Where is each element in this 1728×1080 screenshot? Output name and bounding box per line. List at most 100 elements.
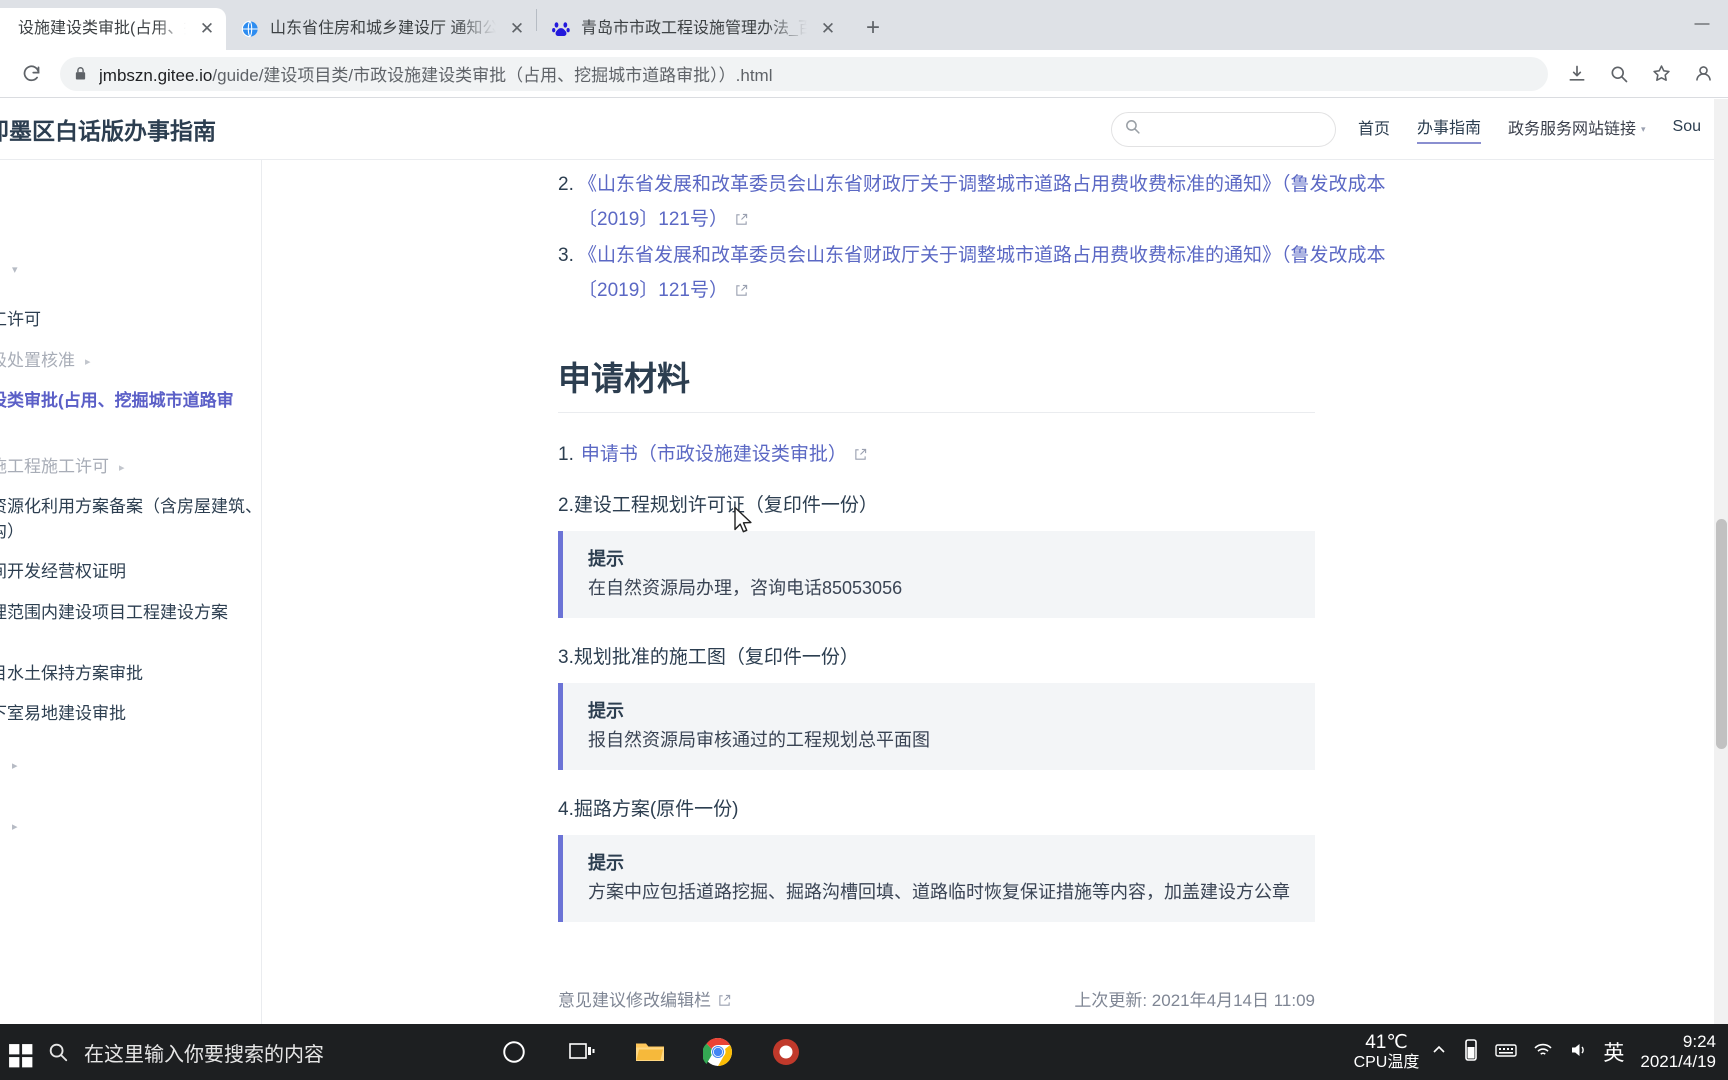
tip-box-3: 提示 报自然资源局审核通过的工程规划总平面图	[558, 683, 1315, 771]
page-scrollbar[interactable]	[1714, 99, 1728, 1024]
tab-title: 设施建设类审批(占用、挖掘	[18, 20, 186, 37]
taskbar-date: 2021/4/19	[1640, 1052, 1716, 1071]
sidebar-item-greening-scheme[interactable]: 城市绿化管理范围内建设项目工程建设方案	[0, 593, 261, 634]
nav-link-source[interactable]: Sou	[1673, 118, 1701, 140]
wifi-icon[interactable]	[1533, 1042, 1553, 1063]
bookmark-star-icon[interactable]	[1644, 57, 1678, 91]
volume-icon[interactable]	[1569, 1041, 1589, 1064]
chevron-down-icon: ▾	[1641, 124, 1646, 135]
tab-close-icon[interactable]: ✕	[504, 16, 530, 42]
sidebar-item-municipal-approval[interactable]: 市政设施建设类审批(占用、挖掘城市道路审批)	[0, 381, 245, 446]
material-item-4: 4.掘路方案(原件一份)	[558, 799, 739, 821]
reference-number: 2.	[558, 174, 574, 195]
scrollbar-thumb[interactable]	[1716, 519, 1727, 749]
sidebar-item-label: 建设项目施工许可	[0, 310, 41, 329]
nav-link-gov-sites[interactable]: 政务服务网站链接 ▾	[1508, 115, 1646, 143]
sidebar-group-trade[interactable]: 经贸类 ▸	[0, 178, 261, 239]
edit-suggestion-link: 意见建议修改编辑栏	[558, 991, 711, 1011]
file-explorer-icon[interactable]	[630, 1032, 670, 1072]
sidebar-item-label: 生产建设项目水土保持方案审批	[0, 663, 143, 683]
tab-close-icon[interactable]: ✕	[194, 16, 220, 42]
browser-tab-1[interactable]: 山东省住房和城乡建设厅 通知公 ✕	[226, 8, 536, 50]
keyboard-icon[interactable]	[1495, 1042, 1518, 1063]
tip-body: 在自然资源局办理，咨询电话85053056	[588, 578, 903, 599]
cortana-icon[interactable]	[494, 1032, 534, 1072]
cpu-temperature-value: 41℃	[1365, 1031, 1408, 1053]
sidebar-item-waste-approval[interactable]: 城市建筑垃圾处置核准 ▸	[0, 341, 261, 382]
material-item-3: 3.规划批准的施工图（复印件一份）	[558, 647, 859, 669]
reference-text: 《山东省发展和改革委员会山东省财政厅关于调整城市道路占用费收费标准的通知》（鲁发…	[578, 168, 1432, 237]
start-button[interactable]	[8, 1043, 34, 1074]
chevron-right-icon: ▸	[12, 821, 18, 834]
reference-number: 3.	[558, 245, 574, 267]
reference-link[interactable]: 《山东省发展和改革委员会山东省财政厅关于调整城市道路占用费收费标准的通知》（鲁发…	[578, 245, 1386, 301]
ime-indicator[interactable]: 英	[1603, 1037, 1624, 1067]
zoom-icon[interactable]	[1602, 57, 1636, 91]
globe-icon	[240, 19, 260, 39]
edit-suggestion-link-wrap[interactable]: 意见建议修改编辑栏	[558, 986, 731, 1011]
chrome-icon[interactable]	[698, 1032, 738, 1072]
nav-link-home[interactable]: 首页	[1358, 115, 1390, 143]
web-page: 即墨区白话版办事指南 首页 办事指南 政务服务网站链接 ▾ Sou ▾ 许可 处…	[0, 99, 1728, 1024]
profile-icon[interactable]	[1686, 57, 1720, 91]
sidebar-item-label: 建筑废弃物资源化利用方案备案（含房屋建筑、道路绿化管沟）	[0, 497, 262, 541]
sidebar-item-underground-rights[interactable]: 城市地下空间开发经营权证明	[0, 552, 261, 593]
sidebar-group-construction[interactable]: 建设项目类 ▾	[0, 239, 261, 300]
task-view-icon[interactable]	[562, 1032, 602, 1072]
reference-list: 2. 《山东省发展和改革委员会山东省财政厅关于调整城市道路占用费收费标准的通知》…	[558, 160, 1432, 308]
cpu-temperature: 41℃ CPU温度	[1354, 1032, 1420, 1072]
section-title-application-materials: 申请材料	[558, 352, 1315, 414]
sidebar-item-label: 城市绿化管理范围内建设项目工程建设方案	[0, 603, 228, 623]
tab-strip: 设施建设类审批(占用、挖掘 ✕ 山东省住房和城乡建设厅 通知公 ✕	[0, 0, 1728, 50]
sidebar-item-municipal-permit[interactable]: 市政基础设施工程施工许可 ▸	[0, 447, 261, 488]
baidu-icon	[551, 19, 571, 39]
material-link[interactable]: 申请书（市政设施建设类审批）	[581, 444, 847, 465]
record-icon[interactable]	[766, 1032, 806, 1072]
browser-tab-2[interactable]: 青岛市市政工程设施管理办法_百 ✕	[537, 8, 847, 50]
new-tab-button[interactable]: +	[855, 10, 891, 46]
address-bar-text: jmbszn.gitee.io/guide/建设项目类/市政设施建设类审批（占用…	[99, 61, 773, 86]
system-tray	[1431, 1038, 1589, 1067]
window-minimize-button[interactable]: —	[1676, 0, 1728, 46]
taskbar-search-placeholder: 在这里输入你要搜索的内容	[84, 1043, 324, 1066]
battery-icon[interactable]	[1463, 1038, 1479, 1067]
tab-title: 山东省住房和城乡建设厅 通知公	[270, 20, 496, 37]
chevron-up-icon[interactable]	[1431, 1042, 1447, 1063]
cpu-temperature-label: CPU温度	[1353, 1053, 1420, 1071]
sidebar-item-soil-water[interactable]: 生产建设项目水土保持方案审批	[0, 654, 261, 695]
taskbar-right: 41℃ CPU温度 英 9:24 2021/4/19	[1354, 1032, 1728, 1073]
chevron-right-icon: ▸	[12, 760, 18, 773]
sidebar-group-public-services[interactable]: 公共服务类 ▸	[0, 796, 261, 857]
external-link-icon	[735, 204, 748, 225]
sidebar-item-label: 市政基础设施工程施工许可	[0, 456, 109, 476]
sidebar-item-waste-reuse[interactable]: 建筑废弃物资源化利用方案备案（含房屋建筑、道路绿化管沟）	[0, 487, 262, 552]
browser-tab-0[interactable]: 设施建设类审批(占用、挖掘 ✕	[0, 8, 226, 50]
taskbar-apps	[494, 1032, 806, 1072]
sidebar[interactable]: 经贸类 ▸ 建设项目类 ▾ 建设项目施工许可 城市建筑垃圾处置核准 ▸	[0, 160, 262, 1024]
sidebar-item-civil-defense[interactable]: 人民防空地下室易地建设审批	[0, 694, 261, 735]
chevron-right-icon: ▸	[85, 355, 91, 368]
chrome-browser-window: 设施建设类审批(占用、挖掘 ✕ 山东省住房和城乡建设厅 通知公 ✕	[0, 0, 1728, 1024]
document-content: 2. 《山东省发展和改革委员会山东省财政厅关于调整城市道路占用费收费标准的通知》…	[262, 160, 1728, 1024]
document-footer: 意见建议修改编辑栏 上次更新: 2021年4月14日 11:09	[558, 986, 1315, 1011]
windows-taskbar: 在这里输入你要搜索的内容 41℃ CPU温度 英 9:24 2021/4/19	[0, 1024, 1728, 1080]
nav-link-guide[interactable]: 办事指南	[1416, 114, 1481, 144]
reload-icon[interactable]	[14, 57, 48, 91]
lock-icon	[74, 66, 87, 81]
taskbar-clock[interactable]: 9:24 2021/4/19	[1640, 1032, 1716, 1073]
taskbar-search-input[interactable]: 在这里输入你要搜索的内容	[46, 1032, 466, 1072]
reference-link[interactable]: 《山东省发展和改革委员会山东省财政厅关于调整城市道路占用费收费标准的通知》（鲁发…	[578, 174, 1386, 230]
address-bar[interactable]: jmbszn.gitee.io/guide/建设项目类/市政设施建设类审批（占用…	[60, 56, 1548, 91]
tip-body: 方案中应包括道路挖掘、掘路沟槽回填、道路临时恢复保证措施等内容，加盖建设方公章	[588, 882, 1290, 903]
site-search-input[interactable]	[1110, 111, 1336, 147]
sidebar-item-construction-permit[interactable]: 建设项目施工许可	[0, 300, 261, 341]
tab-close-icon[interactable]: ✕	[815, 16, 841, 42]
sidebar-group-other-services[interactable]: 其他服务类 ▸	[0, 735, 261, 796]
tip-title: 提示	[588, 853, 624, 874]
sidebar-item-label: 人民防空地下室易地建设审批	[0, 704, 126, 724]
sidebar-item-label: 城市地下空间开发经营权证明	[0, 562, 126, 582]
material-number: 1.	[558, 444, 574, 466]
tip-title: 提示	[588, 701, 624, 722]
download-icon[interactable]	[1560, 57, 1594, 91]
